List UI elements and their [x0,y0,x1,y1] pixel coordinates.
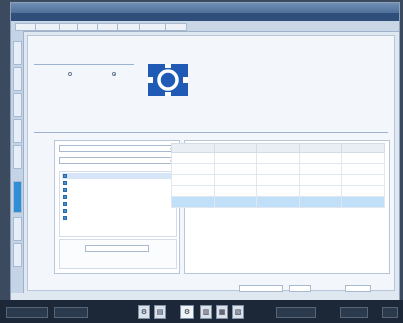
settings-icon[interactable]: ⚙ [138,305,150,319]
tab-4[interactable] [77,23,99,31]
taskbar-item-3[interactable] [340,307,368,318]
section-divider [34,64,134,65]
table-cell [341,152,385,164]
last-page-button[interactable] [345,285,371,292]
table-cell [171,174,215,186]
table-cell [341,185,385,197]
property-checkbox[interactable] [63,174,67,178]
property-row[interactable] [62,208,178,214]
vertical-tab-4[interactable] [13,119,22,143]
property-row[interactable] [62,201,178,207]
taskbar: ⚙ ▤ ⚙ ▥ ▦ ▧ [0,300,403,323]
tray-clock[interactable] [382,307,398,318]
property-checkbox[interactable] [63,181,67,185]
page-number-field[interactable] [239,285,283,292]
vertical-tab-7[interactable] [13,217,22,241]
table-header-row [171,143,385,153]
table-row[interactable] [171,163,385,175]
column-header[interactable] [341,143,385,153]
print-icon[interactable]: ▥ [200,305,212,319]
table-cell [298,185,343,197]
radio-option-b[interactable] [112,72,116,76]
section-divider [34,132,388,133]
vertical-tab-2[interactable] [13,67,22,91]
filter-combo-2[interactable]: ▾ [59,157,175,164]
column-header[interactable] [213,143,258,153]
property-row[interactable] [62,180,178,186]
table-cell [213,174,258,186]
taskbar-item-2[interactable] [276,307,316,318]
table-row-selected[interactable] [171,196,385,208]
table-cell [256,174,300,186]
table-cell [213,196,258,208]
table-row[interactable] [171,152,385,164]
next-page-button[interactable] [289,285,311,292]
preview-area [59,239,177,269]
property-checkbox[interactable] [63,209,67,213]
tab-5[interactable] [97,23,119,31]
table-row[interactable] [171,174,385,186]
save-icon[interactable]: ▤ [154,305,166,319]
vertical-tab-3[interactable] [13,93,22,117]
gear-icon[interactable]: ⚙ [180,305,194,319]
menu-bar [11,13,399,21]
table-cell [171,152,215,164]
data-table [171,143,385,208]
start-button[interactable] [6,307,48,318]
tab-strip [11,21,399,32]
table-cell [298,163,343,175]
table-cell [256,196,300,208]
table-cell [256,185,300,197]
vertical-tab-1[interactable] [13,41,22,65]
column-header[interactable] [298,143,343,153]
column-header[interactable] [256,143,300,153]
vertical-tab-bar [11,31,24,293]
open-icon[interactable]: ▧ [232,305,244,319]
tab-1[interactable] [15,23,37,31]
tab-7[interactable] [139,23,167,31]
property-row[interactable] [62,187,178,193]
table-cell [256,152,300,164]
table-cell [341,163,385,175]
app-logo-icon [148,64,188,96]
property-list [59,171,178,237]
property-row[interactable] [62,173,178,179]
table-cell [171,185,215,197]
tab-8[interactable] [165,23,187,31]
property-checkbox[interactable] [63,195,67,199]
table-cell [213,185,258,197]
title-bar [11,3,399,13]
tab-3[interactable] [59,23,79,31]
vertical-tab-active[interactable] [13,181,22,213]
vertical-tab-8[interactable] [13,243,22,267]
app-window: ▾ ▾ [10,2,400,322]
table-cell [298,174,343,186]
table-cell [171,196,215,208]
property-checkbox[interactable] [63,188,67,192]
table-cell [341,174,385,186]
table-cell [341,196,385,208]
taskbar-item-1[interactable] [54,307,88,318]
column-header[interactable] [171,143,215,153]
property-checkbox[interactable] [63,202,67,206]
tab-6[interactable] [117,23,141,31]
tab-2[interactable] [35,23,61,31]
apply-button[interactable] [85,245,149,252]
radio-option-a[interactable] [68,72,72,76]
vertical-tab-5[interactable] [13,145,22,169]
property-panel: ▾ ▾ [54,140,180,274]
table-cell [298,196,343,208]
export-icon[interactable]: ▦ [216,305,228,319]
property-row[interactable] [62,215,178,221]
table-cell [256,163,300,175]
filter-combo-1[interactable]: ▾ [59,145,175,152]
table-cell [171,163,215,175]
property-row[interactable] [62,194,178,200]
table-cell [298,152,343,164]
table-row[interactable] [171,185,385,197]
table-cell [213,152,258,164]
table-cell [213,163,258,175]
property-checkbox[interactable] [63,216,67,220]
